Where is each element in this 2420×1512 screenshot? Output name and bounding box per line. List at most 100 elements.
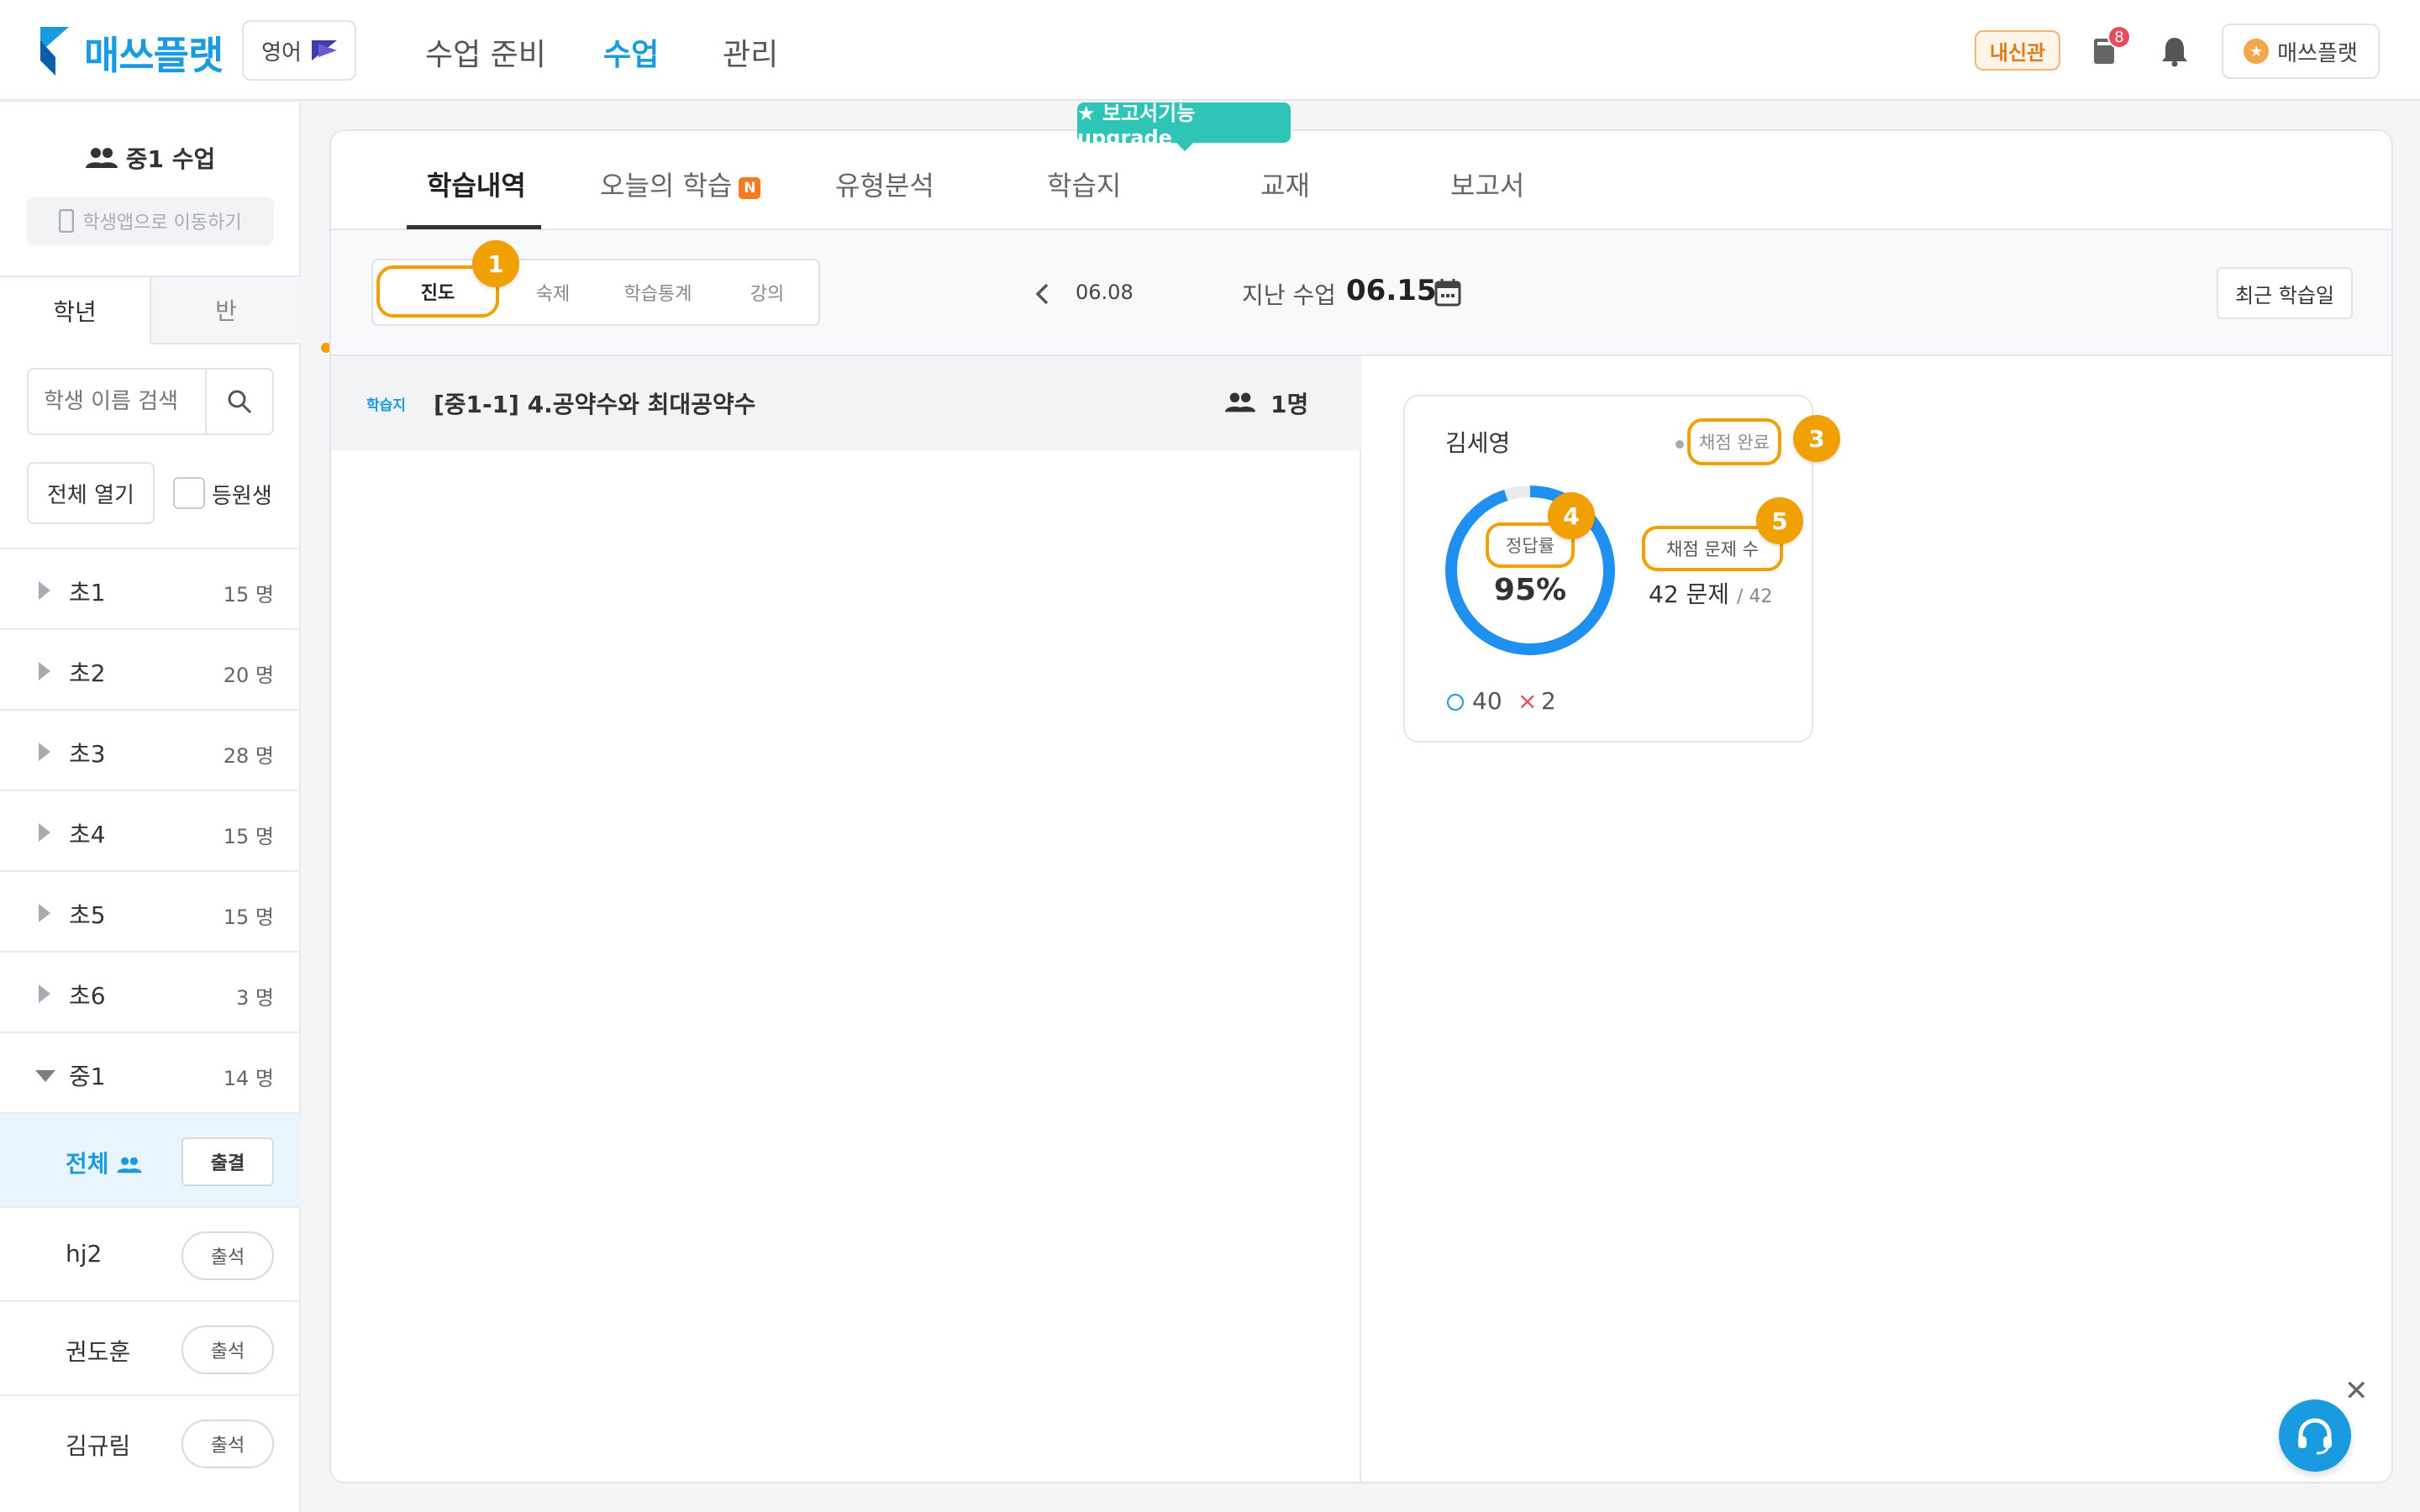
caret-down-icon	[35, 1070, 55, 1082]
student-result-card[interactable]: 김세영 채점 완료 정답률 95% 채점 문제 수 42 문제 / 42 40 …	[1403, 395, 1813, 743]
main-tabs: 학습내역 오늘의 학습 N 유형분석 학습지 교재 보고서	[331, 131, 2391, 230]
student-row[interactable]: hj2 출석	[0, 1206, 301, 1300]
grade-count: 3 명	[236, 986, 274, 1010]
student-row[interactable]: 김규림 출석	[0, 1394, 301, 1488]
prev-date[interactable]: 06.08	[1076, 281, 1134, 304]
grade-row[interactable]: 초6 3 명	[0, 951, 301, 1032]
tab-grade[interactable]: 학년	[0, 277, 151, 344]
grade-name: 중1	[69, 1063, 106, 1090]
caret-right-icon	[39, 823, 50, 842]
graded-count-value: 42 문제 / 42	[1649, 580, 1773, 608]
last-class-label: 지난 수업	[1242, 281, 1336, 309]
subject-selector-button[interactable]: 영어	[242, 20, 356, 81]
status-dot	[1676, 440, 1684, 449]
profile-button[interactable]: ★ 매쓰플랫	[2222, 24, 2380, 79]
marker-1: 1	[472, 240, 519, 287]
phone-icon	[59, 209, 75, 233]
report-upgrade-badge[interactable]: ★ 보고서기능 upgrade	[1077, 102, 1291, 150]
caret-right-icon	[39, 581, 50, 600]
subject-label: 영어	[261, 39, 302, 66]
student-name: 김규림	[66, 1432, 131, 1460]
segment-stats[interactable]: 학습통계	[603, 260, 713, 324]
grade-name: 초4	[69, 821, 106, 848]
enrolled-checkbox[interactable]	[173, 477, 205, 509]
student-row[interactable]: 권도훈 출석	[0, 1300, 301, 1394]
caret-right-icon	[39, 743, 50, 761]
upgrade-badge-pointer	[1175, 141, 1195, 151]
bell-icon[interactable]	[2160, 35, 2190, 67]
search-box	[27, 368, 274, 435]
tab-textbook[interactable]: 교재	[1260, 165, 1310, 203]
last-class-date: 06.15	[1346, 274, 1437, 307]
close-icon[interactable]: ✕	[2344, 1374, 2369, 1408]
logo-text[interactable]: 매쓰플랫	[84, 25, 224, 81]
grade-name: 초5	[69, 901, 106, 929]
lesson-title: [중1-1] 4.공약수와 최대공약수	[434, 391, 756, 418]
grading-status-badge: 채점 완료	[1687, 418, 1781, 465]
open-all-button[interactable]: 전체 열기	[27, 462, 155, 524]
nav-class-prep[interactable]: 수업 준비	[425, 30, 546, 74]
people-icon	[117, 1157, 142, 1173]
segment-lecture[interactable]: 강의	[721, 260, 813, 324]
lesson-student-count: 1명	[1270, 391, 1309, 418]
grade-count: 28 명	[223, 744, 274, 768]
grade-count: 15 명	[223, 825, 274, 848]
support-chat-button[interactable]	[2279, 1399, 2351, 1472]
grade-name: 초6	[69, 982, 106, 1010]
tab-type-analysis[interactable]: 유형분석	[835, 165, 934, 203]
student-name: hj2	[66, 1240, 103, 1268]
chevron-left-icon[interactable]	[1034, 282, 1050, 306]
marker-3: 3	[1793, 415, 1840, 462]
graded-total: / 42	[1736, 586, 1773, 607]
people-icon	[85, 148, 118, 168]
student-row-all[interactable]: 전체 출결	[0, 1112, 301, 1206]
notification-count-badge: 8	[2107, 25, 2131, 49]
grade-count: 15 명	[223, 583, 274, 606]
lesson-list: 학습지 [중1-1] 4.공약수와 최대공약수 1명	[331, 356, 1361, 1482]
people-icon	[1225, 392, 1255, 412]
class-title: 중1 수업	[0, 141, 301, 175]
enrolled-label: 등원생	[212, 484, 272, 509]
caret-right-icon	[39, 904, 50, 922]
subject-flag-icon	[311, 40, 337, 60]
search-input[interactable]	[29, 370, 205, 433]
grade-row[interactable]: 초3 28 명	[0, 709, 301, 790]
naesin-badge[interactable]: 내신관	[1975, 30, 2060, 71]
tab-worksheet[interactable]: 학습지	[1047, 165, 1121, 203]
search-button[interactable]	[205, 370, 272, 433]
tab-class[interactable]: 반	[151, 277, 301, 344]
calendar-icon[interactable]	[1434, 277, 1462, 307]
tab-report[interactable]: 보고서	[1450, 165, 1524, 203]
attend-button[interactable]: 출석	[182, 1231, 274, 1280]
sidebar: 중1 수업 학생앱으로 이동하기 학년 반 전체 열기 등원생 초1 15 명 …	[0, 102, 301, 1512]
search-icon	[228, 390, 252, 414]
attend-button[interactable]: 출석	[182, 1420, 274, 1468]
grade-row[interactable]: 중1 14 명	[0, 1032, 301, 1112]
profile-name: 매쓰플랫	[2277, 40, 2358, 66]
accuracy-value: 95%	[1493, 573, 1567, 607]
segment-homework[interactable]: 숙제	[511, 260, 595, 324]
grade-row[interactable]: 초5 15 명	[0, 870, 301, 951]
sidebar-tabs: 학년 반	[0, 276, 301, 344]
grade-count: 20 명	[223, 664, 274, 687]
grade-name: 초1	[69, 579, 106, 606]
logo-icon[interactable]	[37, 24, 71, 77]
grade-count: 15 명	[223, 906, 274, 929]
view-segment-group: 진도 숙제 학습통계 강의	[371, 259, 820, 326]
star-icon: ★	[2244, 39, 2270, 64]
attend-button[interactable]: 출석	[182, 1326, 274, 1374]
student-app-button[interactable]: 학생앱으로 이동하기	[27, 197, 274, 245]
grade-row[interactable]: 초4 15 명	[0, 790, 301, 870]
active-tab-indicator	[407, 225, 541, 229]
marker-5: 5	[1756, 497, 1803, 544]
tab-history[interactable]: 학습내역	[427, 165, 526, 203]
grade-row[interactable]: 초1 15 명	[0, 548, 301, 628]
attendance-button[interactable]: 출결	[182, 1137, 274, 1186]
nav-manage[interactable]: 관리	[723, 30, 778, 74]
grade-row[interactable]: 초2 20 명	[0, 628, 301, 709]
nav-class[interactable]: 수업	[603, 30, 659, 74]
lesson-row[interactable]: 학습지 [중1-1] 4.공약수와 최대공약수 1명	[331, 356, 1361, 450]
recent-study-date-button[interactable]: 최근 학습일	[2217, 267, 2353, 319]
tab-today[interactable]: 오늘의 학습 N	[600, 165, 761, 203]
filter-bar: 진도 숙제 학습통계 강의 06.08 지난 수업 06.15 최근 학습일	[331, 230, 2391, 356]
